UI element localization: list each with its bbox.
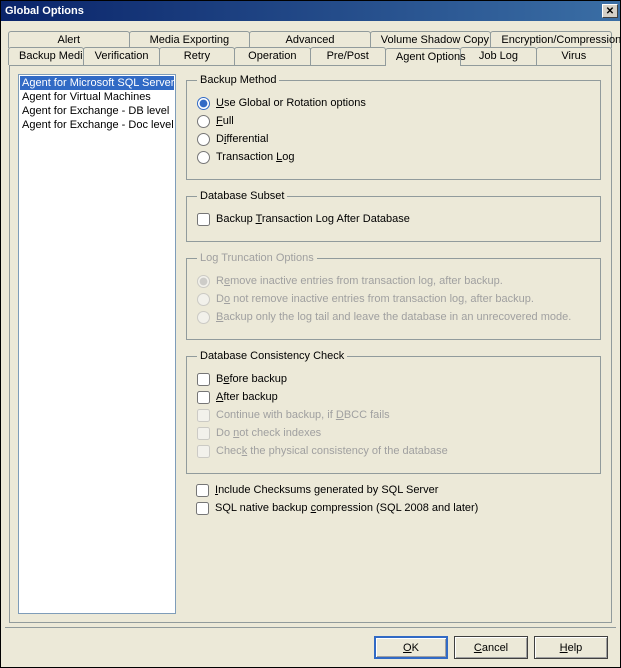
check-extra-0-input[interactable] <box>196 484 209 497</box>
radio-backup-method-2-input[interactable] <box>197 133 210 146</box>
check-dbcc-2: Continue with backup, if DBCC fails <box>197 409 590 422</box>
check-dbcc-3-label: Do not check indexes <box>216 427 321 440</box>
check-dbcc-4: Check the physical consistency of the da… <box>197 445 590 458</box>
radio-backup-method-0-label: Use Global or Rotation options <box>216 97 366 110</box>
radio-log-trunc-0-label: Remove inactive entries from transaction… <box>216 275 503 288</box>
legend-dbcc: Database Consistency Check <box>197 350 347 362</box>
tab-alert[interactable]: Alert <box>8 31 130 48</box>
legend-backup-method: Backup Method <box>197 74 279 86</box>
check-dbcc-4-input <box>197 445 210 458</box>
legend-log-truncation: Log Truncation Options <box>197 252 317 264</box>
legend-database-subset: Database Subset <box>197 190 287 202</box>
tab-page-agent-options: Agent for Microsoft SQL ServerAgent for … <box>9 65 612 623</box>
radio-log-trunc-0-input <box>197 275 210 288</box>
check-dbcc-1[interactable]: After backup <box>197 391 590 404</box>
radio-backup-method-1-label: Full <box>216 115 234 128</box>
check-backup-tlog-after-db[interactable]: Backup Transaction Log After Database <box>197 213 590 226</box>
group-log-truncation: Log Truncation Options Remove inactive e… <box>186 252 601 340</box>
check-dbcc-0[interactable]: Before backup <box>197 373 590 386</box>
check-extra-1-label: SQL native backup compression (SQL 2008 … <box>215 502 478 515</box>
tab-retry[interactable]: Retry <box>159 47 235 65</box>
check-backup-tlog-after-db-input[interactable] <box>197 213 210 226</box>
client-area: AlertMedia ExportingAdvancedVolume Shado… <box>1 21 620 667</box>
radio-log-trunc-0: Remove inactive entries from transaction… <box>197 275 590 288</box>
radio-log-trunc-1-input <box>197 293 210 306</box>
agent-list[interactable]: Agent for Microsoft SQL ServerAgent for … <box>18 74 176 614</box>
tab-job-log[interactable]: Job Log <box>460 47 536 65</box>
radio-backup-method-1[interactable]: Full <box>197 115 590 128</box>
group-database-subset: Database Subset Backup Transaction Log A… <box>186 190 601 242</box>
tab-pre-post[interactable]: Pre/Post <box>310 47 386 65</box>
group-dbcc: Database Consistency Check Before backup… <box>186 350 601 474</box>
tab-strip: AlertMedia ExportingAdvancedVolume Shado… <box>9 31 612 65</box>
radio-log-trunc-2: Backup only the log tail and leave the d… <box>197 311 590 324</box>
check-extra-0-label: Include Checksums generated by SQL Serve… <box>215 484 438 497</box>
radio-backup-method-2-label: Differential <box>216 133 268 146</box>
check-dbcc-3: Do not check indexes <box>197 427 590 440</box>
check-dbcc-3-input <box>197 427 210 440</box>
radio-backup-method-2[interactable]: Differential <box>197 133 590 146</box>
list-item[interactable]: Agent for Virtual Machines <box>20 90 174 104</box>
tab-advanced[interactable]: Advanced <box>249 31 371 48</box>
radio-backup-method-0-input[interactable] <box>197 97 210 110</box>
check-dbcc-4-label: Check the physical consistency of the da… <box>216 445 448 458</box>
tab-encryption-compression[interactable]: Encryption/Compression <box>490 31 612 48</box>
close-icon[interactable]: ✕ <box>602 4 618 18</box>
tab-media-exporting[interactable]: Media Exporting <box>129 31 251 48</box>
tab-volume-shadow-copy-service[interactable]: Volume Shadow Copy Service <box>370 31 492 48</box>
tab-virus[interactable]: Virus <box>536 47 612 65</box>
button-bar: OK Cancel Help <box>5 627 616 663</box>
check-extra-1[interactable]: SQL native backup compression (SQL 2008 … <box>196 502 601 515</box>
check-dbcc-0-label: Before backup <box>216 373 287 386</box>
agent-options-pane: Backup Method Use Global or Rotation opt… <box>184 74 603 614</box>
tab-agent-options[interactable]: Agent Options <box>385 48 461 66</box>
check-dbcc-0-input[interactable] <box>197 373 210 386</box>
radio-log-trunc-2-label: Backup only the log tail and leave the d… <box>216 311 571 324</box>
help-button[interactable]: Help <box>534 636 608 659</box>
tab-operation[interactable]: Operation <box>234 47 310 65</box>
list-item[interactable]: Agent for Microsoft SQL Server <box>20 76 174 90</box>
radio-log-trunc-1-label: Do not remove inactive entries from tran… <box>216 293 534 306</box>
radio-log-trunc-1: Do not remove inactive entries from tran… <box>197 293 590 306</box>
check-extra-0[interactable]: Include Checksums generated by SQL Serve… <box>196 484 601 497</box>
check-dbcc-1-label: After backup <box>216 391 278 404</box>
check-backup-tlog-after-db-label: Backup Transaction Log After Database <box>216 213 410 226</box>
check-dbcc-2-label: Continue with backup, if DBCC fails <box>216 409 390 422</box>
radio-backup-method-1-input[interactable] <box>197 115 210 128</box>
tab-backup-media[interactable]: Backup Media <box>8 47 84 65</box>
check-dbcc-1-input[interactable] <box>197 391 210 404</box>
check-extra-1-input[interactable] <box>196 502 209 515</box>
cancel-button[interactable]: Cancel <box>454 636 528 659</box>
group-backup-method: Backup Method Use Global or Rotation opt… <box>186 74 601 180</box>
tab-verification[interactable]: Verification <box>83 47 159 65</box>
radio-backup-method-3-input[interactable] <box>197 151 210 164</box>
list-item[interactable]: Agent for Exchange - DB level <box>20 104 174 118</box>
radio-backup-method-3[interactable]: Transaction Log <box>197 151 590 164</box>
radio-backup-method-0[interactable]: Use Global or Rotation options <box>197 97 590 110</box>
title-bar: Global Options ✕ <box>1 1 620 21</box>
window-title: Global Options <box>5 5 84 17</box>
check-dbcc-2-input <box>197 409 210 422</box>
list-item[interactable]: Agent for Exchange - Doc level <box>20 118 174 132</box>
ok-button[interactable]: OK <box>374 636 448 659</box>
radio-log-trunc-2-input <box>197 311 210 324</box>
radio-backup-method-3-label: Transaction Log <box>216 151 295 164</box>
